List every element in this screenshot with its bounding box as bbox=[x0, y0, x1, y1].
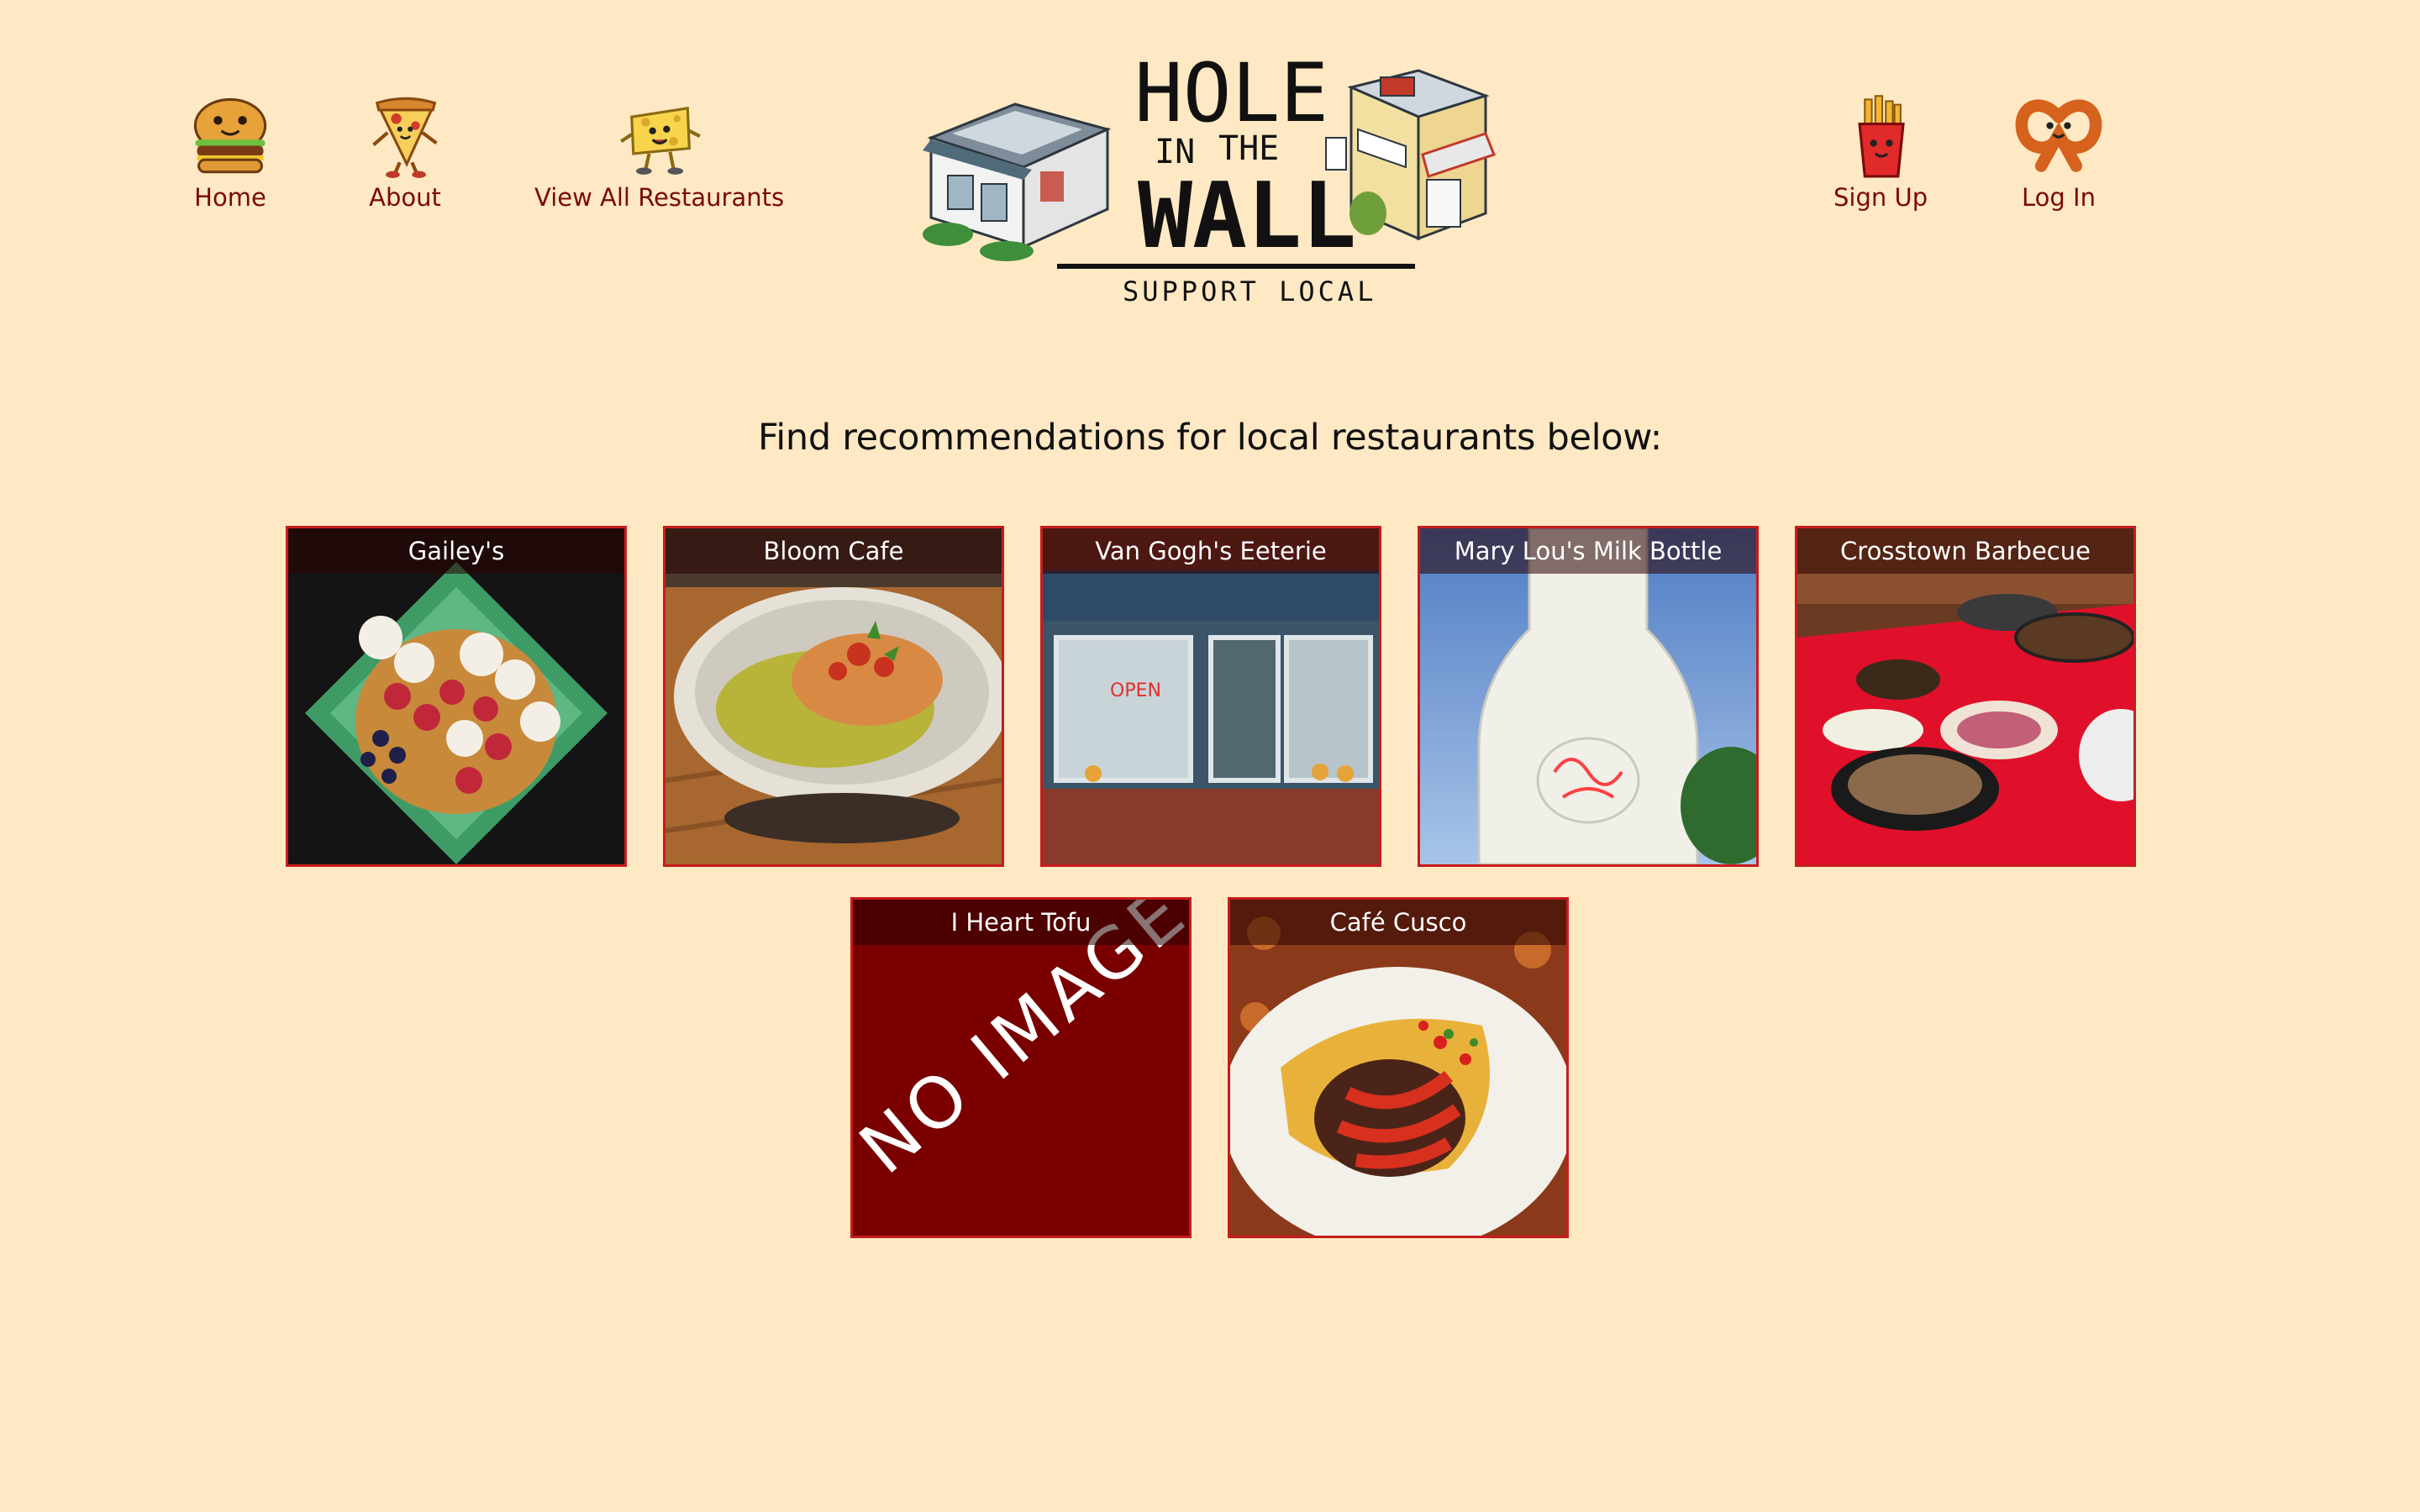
restaurant-name: Gailey's bbox=[288, 528, 624, 574]
nav-log-in-link[interactable]: Log In bbox=[2015, 91, 2102, 212]
nav-about-link[interactable]: About bbox=[361, 91, 449, 212]
logo-word-hole: HOLE bbox=[1134, 46, 1328, 140]
nav-view-all-restaurants-link[interactable]: View All Restaurants bbox=[534, 91, 784, 212]
restaurant-name: I Heart Tofu bbox=[853, 900, 1189, 945]
logo-word-wall: WALL bbox=[1138, 164, 1356, 269]
hole-in-the-wall-logo: HOLE IN THE WALL SUPPORT LOCAL bbox=[923, 46, 1496, 307]
dessert-photo bbox=[288, 528, 624, 864]
french-fries-icon bbox=[1858, 95, 1905, 178]
logo-word-the: THE bbox=[1218, 129, 1279, 168]
pizza-slice-icon bbox=[372, 97, 438, 178]
storefront-photo: OPEN bbox=[1043, 528, 1379, 864]
restaurant-card-i-heart-tofu[interactable]: NO IMAGE I Heart Tofu bbox=[850, 897, 1192, 1238]
burger-icon bbox=[193, 97, 267, 174]
restaurant-card-crosstown-barbecue[interactable]: Crosstown Barbecue bbox=[1795, 526, 2136, 867]
bowl-photo bbox=[666, 528, 1002, 864]
restaurant-card-van-goghs-eeterie[interactable]: OPEN Van Gogh's Eeterie bbox=[1040, 526, 1381, 867]
nav-home-label: Home bbox=[194, 183, 266, 212]
nav-home-link[interactable]: Home bbox=[187, 91, 274, 212]
milk-bottle-photo bbox=[1420, 528, 1756, 864]
storefront-illustration-left bbox=[923, 102, 1112, 261]
restaurant-name: Mary Lou's Milk Bottle bbox=[1420, 528, 1756, 574]
pretzel-icon bbox=[2015, 99, 2102, 172]
buffet-photo bbox=[1797, 528, 2133, 864]
nav-sign-up-label: Sign Up bbox=[1833, 183, 1928, 212]
nav-view-all-restaurants-label: View All Restaurants bbox=[534, 183, 785, 212]
page-heading: Find recommendations for local restauran… bbox=[757, 417, 1662, 459]
restaurant-card-cafe-cusco[interactable]: Café Cusco bbox=[1228, 897, 1569, 1238]
restaurant-name: Café Cusco bbox=[1230, 900, 1566, 945]
cheese-icon bbox=[619, 106, 701, 175]
svg-text:OPEN: OPEN bbox=[1110, 680, 1161, 701]
plated-dish-photo bbox=[1230, 900, 1566, 1236]
no-image-placeholder: NO IMAGE bbox=[853, 900, 1189, 1236]
logo-tagline: SUPPORT LOCAL bbox=[1123, 276, 1376, 307]
nav-sign-up-link[interactable]: Sign Up bbox=[1833, 91, 1928, 212]
restaurant-card-mary-lous-milk-bottle[interactable]: Mary Lou's Milk Bottle bbox=[1418, 526, 1759, 867]
restaurant-card-bloom-cafe[interactable]: Bloom Cafe bbox=[663, 526, 1004, 867]
restaurant-name: Van Gogh's Eeterie bbox=[1043, 528, 1379, 574]
nav-log-in-label: Log In bbox=[2022, 183, 2096, 212]
restaurant-name: Bloom Cafe bbox=[666, 528, 1002, 574]
restaurant-card-gaileys[interactable]: Gailey's bbox=[286, 526, 627, 867]
restaurant-name: Crosstown Barbecue bbox=[1797, 528, 2133, 574]
nav-about-label: About bbox=[369, 183, 441, 212]
